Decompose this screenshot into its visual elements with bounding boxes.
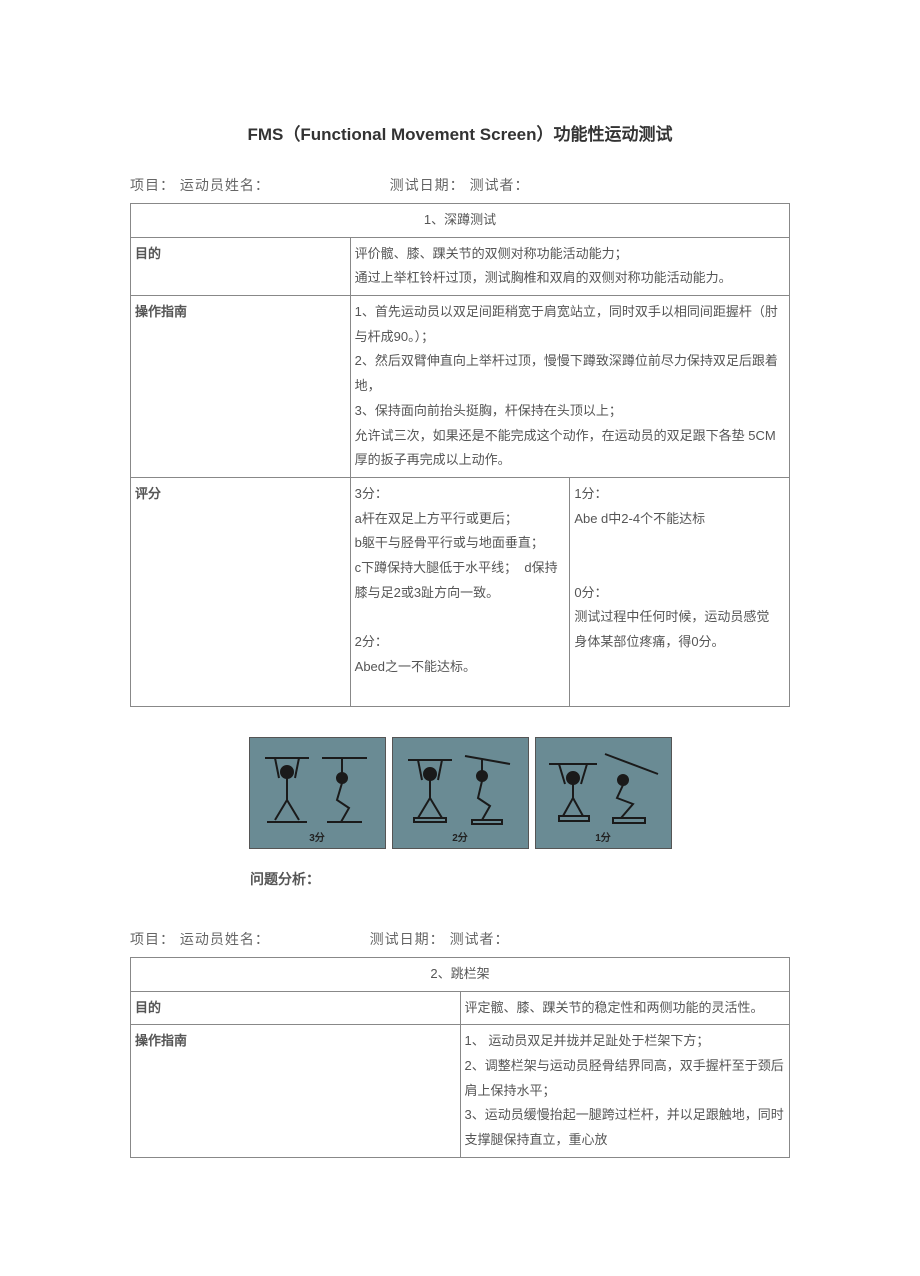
test1-section-title: 1、深蹲测试 [131, 204, 790, 238]
test2-section-title: 2、跳栏架 [131, 957, 790, 991]
image3-caption: 1分 [536, 829, 671, 844]
squat-3pts-image: 3分 [249, 737, 386, 849]
test1-purpose-text: 评价髋、膝、踝关节的双侧对称功能活动能力； 通过上举杠铃杆过顶，测试胸椎和双肩的… [350, 237, 789, 295]
document-title: FMS（Functional Movement Screen）功能性运动测试 [130, 120, 790, 145]
test1-purpose-label: 目的 [131, 237, 351, 295]
tester-label-2: 测试者： [450, 931, 510, 947]
tester-label: 测试者： [470, 177, 530, 193]
athlete-label-2: 运动员姓名： [180, 931, 270, 947]
test2-instructions-text: 1、 运动员双足并拢并足趾处于栏架下方； 2、调整栏架与运动员胫骨结界同高，双手… [460, 1025, 790, 1157]
test2-purpose-text: 评定髋、膝、踝关节的稳定性和两侧功能的灵活性。 [460, 991, 790, 1025]
test1-score-label: 评分 [131, 477, 351, 706]
squat-1pt-image: 1分 [535, 737, 672, 849]
date-label: 测试日期： [390, 177, 465, 193]
test2-instructions-label: 操作指南 [131, 1025, 461, 1157]
project-label-2: 项目： [130, 931, 175, 947]
date-label-2: 测试日期： [370, 931, 445, 947]
image2-caption: 2分 [393, 829, 528, 844]
project-label: 项目： [130, 177, 175, 193]
image1-caption: 3分 [250, 829, 385, 844]
squat-figure-icon [400, 750, 520, 835]
document-page: FMS（Functional Movement Screen）功能性运动测试 项… [0, 0, 920, 1198]
test1-score-right: 1分： Abe d中2-4个不能达标 0分： 测试过程中任何时候，运动员感觉 身… [570, 477, 790, 706]
test1-instructions-label: 操作指南 [131, 296, 351, 478]
test2-purpose-label: 目的 [131, 991, 461, 1025]
info-line-1: 项目： 运动员姓名： 测试日期： 测试者： [130, 175, 790, 195]
test1-table: 1、深蹲测试 目的 评价髋、膝、踝关节的双侧对称功能活动能力； 通过上举杠铃杆过… [130, 203, 790, 707]
info-line-2: 项目： 运动员姓名： 测试日期： 测试者： [130, 929, 790, 949]
athlete-label: 运动员姓名： [180, 177, 270, 193]
test2-table: 2、跳栏架 目的 评定髋、膝、踝关节的稳定性和两侧功能的灵活性。 操作指南 1、… [130, 957, 790, 1158]
squat-figure-icon [257, 750, 377, 835]
test1-instructions-text: 1、首先运动员以双足间距稍宽于肩宽站立，同时双手以相同间距握杆（肘与杆成90。）… [350, 296, 789, 478]
squat-2pts-image: 2分 [392, 737, 529, 849]
analysis-label: 问题分析： [250, 869, 790, 889]
squat-figure-icon [543, 750, 663, 835]
test1-images-row: 3分 [130, 737, 790, 849]
test1-score-left: 3分： a杆在双足上方平行或更后； b躯干与胫骨平行或与地面垂直； c下蹲保持大… [350, 477, 570, 706]
